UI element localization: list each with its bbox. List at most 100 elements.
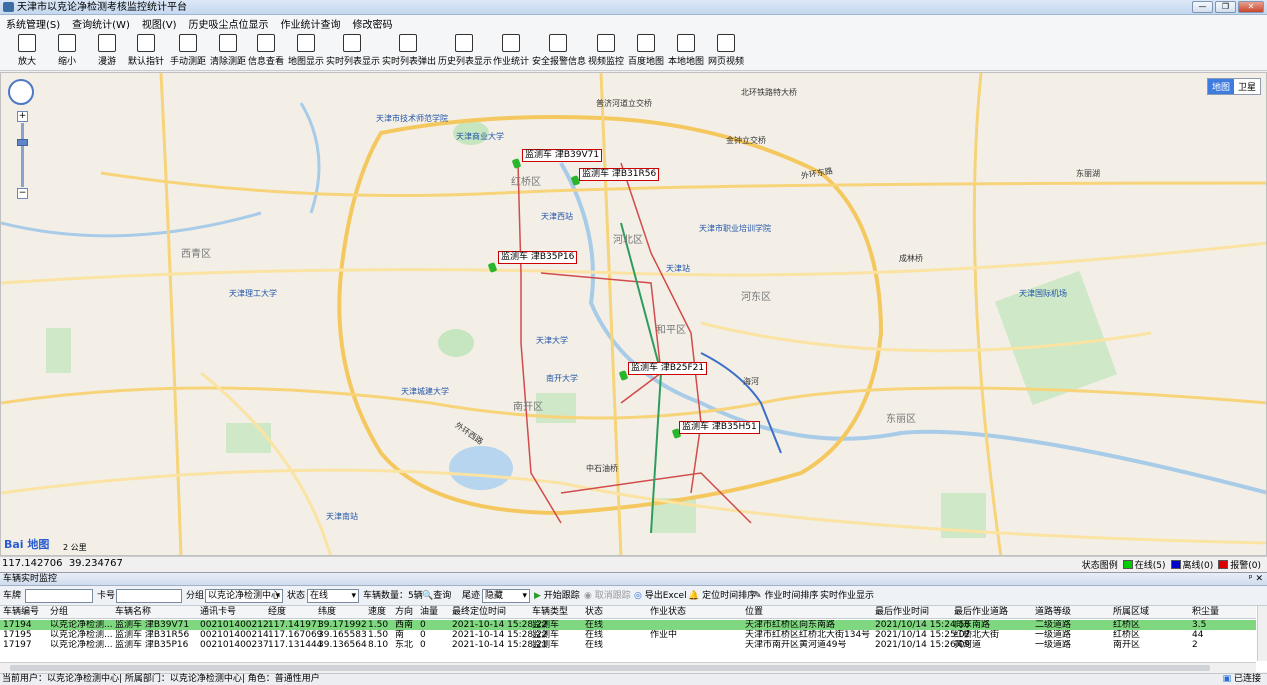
map-type-satellite[interactable]: 卫星	[1234, 79, 1260, 94]
map-view[interactable]: 地图 卫星 + − 北环铁路特大桥 普济河道立交桥 天津市技术师范学院 天津市职…	[0, 72, 1267, 556]
tail-select[interactable]: 隐藏	[482, 589, 530, 603]
table-cell: 39.165583	[318, 630, 367, 640]
table-cell: 天津市南开区黄河道49号	[745, 640, 847, 650]
map-zoom-out-button[interactable]: −	[17, 188, 28, 199]
zoom-in-button[interactable]: 放大	[10, 33, 44, 69]
legend-alarm-swatch	[1218, 560, 1229, 569]
menu-history-points[interactable]: 历史吸尘点位显示	[189, 16, 269, 31]
card-input[interactable]	[116, 589, 182, 603]
safety-alarm-button[interactable]: 安全报警信息	[532, 33, 586, 69]
map-label: 成林桥	[899, 254, 923, 263]
table-row[interactable]: 17197 以克论净检测... 监测车 津B35P16 002101400237 117…	[0, 640, 1256, 650]
pos-sort-button[interactable]: 🔔 定位时间排序	[688, 589, 756, 603]
close-button[interactable]: ✕	[1238, 1, 1264, 13]
column-header[interactable]: 方向	[395, 606, 413, 619]
video-monitor-button[interactable]: 视频监控	[586, 33, 626, 69]
plate-input[interactable]	[25, 589, 93, 603]
menu-query[interactable]: 查询统计(W)	[72, 16, 130, 31]
column-header[interactable]: 车辆类型	[532, 606, 568, 619]
group-select[interactable]: 以克论净检测中心	[205, 589, 283, 603]
column-header[interactable]: 通讯卡号	[200, 606, 236, 619]
district-label: 河北区	[613, 235, 643, 246]
vehicle-label[interactable]: 监测车 津B35P16	[498, 251, 578, 264]
table-cell: 0	[420, 620, 426, 630]
table-cell: 以克论净检测...	[50, 640, 113, 650]
clear-measure-button[interactable]: 清除测距	[208, 33, 248, 69]
column-header[interactable]: 位置	[745, 606, 763, 619]
menu-change-password[interactable]: 修改密码	[353, 16, 393, 31]
info-view-button[interactable]: 信息查看	[246, 33, 286, 69]
zoom-out-button[interactable]: 缩小	[50, 33, 84, 69]
table-row[interactable]: 17195 以克论净检测... 监测车 津B31R56 002101400214 117…	[0, 630, 1256, 640]
menu-view[interactable]: 视图(V)	[142, 16, 177, 31]
column-header[interactable]: 经度	[268, 606, 286, 619]
web-video-button[interactable]: 网页视频	[706, 33, 746, 69]
app-icon	[3, 2, 14, 12]
menu-work-stats[interactable]: 作业统计查询	[281, 16, 341, 31]
vehicle-label[interactable]: 监测车 津B25F21	[628, 362, 708, 375]
column-header[interactable]: 分组	[50, 606, 68, 619]
map-label: 北环铁路特大桥	[741, 88, 797, 97]
minimize-button[interactable]: —	[1192, 1, 1213, 13]
work-stats-button[interactable]: 作业统计	[492, 33, 530, 69]
pointer-icon	[137, 34, 155, 52]
toolbar: 放大 缩小 漫游 默认指针 手动测距 清除测距 信息查看 地图显示 实时列表显示…	[0, 31, 1267, 71]
work-sort-button[interactable]: ✎ 作业时间排序	[754, 589, 818, 603]
zoom-track[interactable]	[21, 123, 24, 187]
map-display-button[interactable]: 地图显示	[286, 33, 326, 69]
ruler-icon	[179, 34, 197, 52]
column-header[interactable]: 所属区域	[1113, 606, 1149, 619]
zoom-slider-knob[interactable]	[17, 139, 28, 146]
realtime-list-show-button[interactable]: 实时列表显示	[326, 33, 380, 69]
maximize-button[interactable]: ❐	[1215, 1, 1236, 13]
column-header[interactable]: 积尘量	[1192, 606, 1219, 619]
column-header[interactable]: 最后作业时间	[875, 606, 929, 619]
table-cell: 002101400237	[200, 640, 269, 650]
realtime-work-button[interactable]: 实时作业显示	[820, 589, 874, 603]
map-label: 普济河道立交桥	[596, 99, 652, 108]
table-cell: 002101400214	[200, 630, 269, 640]
local-map-button[interactable]: 本地地图	[666, 33, 706, 69]
vertical-scrollbar[interactable]	[1257, 606, 1267, 661]
column-header[interactable]: 车辆编号	[3, 606, 39, 619]
status-select[interactable]: 在线	[307, 589, 359, 603]
column-header[interactable]: 作业状态	[650, 606, 686, 619]
column-header[interactable]: 道路等级	[1035, 606, 1071, 619]
column-header[interactable]: 状态	[585, 606, 603, 619]
map-zoom-in-button[interactable]: +	[17, 111, 28, 122]
district-label: 和平区	[656, 325, 686, 336]
pan-button[interactable]: 漫游	[90, 33, 124, 69]
play-icon: ▶	[534, 591, 541, 601]
measure-button[interactable]: 手动测距	[168, 33, 208, 69]
user-info: 当前用户：以克论净检测中心| 所属部门：以克论净检测中心| 角色：普通性用户	[2, 674, 320, 684]
panel-pin-close[interactable]: ᵖ ✕	[1249, 573, 1263, 585]
baidu-map-button[interactable]: 百度地图	[626, 33, 666, 69]
query-button[interactable]: 🔍查询	[422, 589, 451, 603]
cancel-track-button[interactable]: ◉ 取消跟踪	[584, 589, 631, 603]
app-window: 天津市以克论净检测考核监控统计平台 — ❐ ✕ 系统管理(S) 查询统计(W) …	[0, 0, 1267, 685]
table-row[interactable]: 17194 以克论净检测... 监测车 津B39V71 002101400212 117…	[0, 620, 1256, 630]
menu-system[interactable]: 系统管理(S)	[6, 16, 60, 31]
column-header[interactable]: 车辆名称	[115, 606, 151, 619]
export-excel-button[interactable]: ◎ 导出Excel	[634, 589, 687, 603]
vehicle-label[interactable]: 监测车 津B31R56	[579, 168, 660, 181]
table-cell: 二级道路	[1035, 620, 1072, 630]
menu-bar: 系统管理(S) 查询统计(W) 视图(V) 历史吸尘点位显示 作业统计查询 修改…	[0, 15, 1267, 31]
realtime-list-popup-button[interactable]: 实时列表弹出	[382, 33, 436, 69]
vehicle-label[interactable]: 监测车 津B35H51	[679, 421, 760, 434]
map-scale: 2 公里	[63, 543, 87, 552]
column-header[interactable]: 纬度	[318, 606, 336, 619]
column-header[interactable]: 速度	[368, 606, 386, 619]
start-track-button[interactable]: ▶ 开始跟踪	[534, 589, 580, 603]
map-type-map[interactable]: 地图	[1207, 79, 1234, 94]
column-header[interactable]: 油量	[420, 606, 438, 619]
horizontal-scrollbar[interactable]	[0, 662, 1256, 672]
column-header[interactable]: 最终定位时间	[452, 606, 506, 619]
pan-control[interactable]	[8, 79, 34, 105]
history-list-button[interactable]: 历史列表显示	[438, 33, 492, 69]
column-header[interactable]: 最后作业道路	[954, 606, 1008, 619]
vehicle-label[interactable]: 监测车 津B39V71	[522, 149, 603, 162]
default-pointer-button[interactable]: 默认指针	[126, 33, 166, 69]
baidu-logo: Bai 地图	[4, 538, 50, 551]
table-cell: 监测车 津B39V71	[115, 620, 190, 630]
